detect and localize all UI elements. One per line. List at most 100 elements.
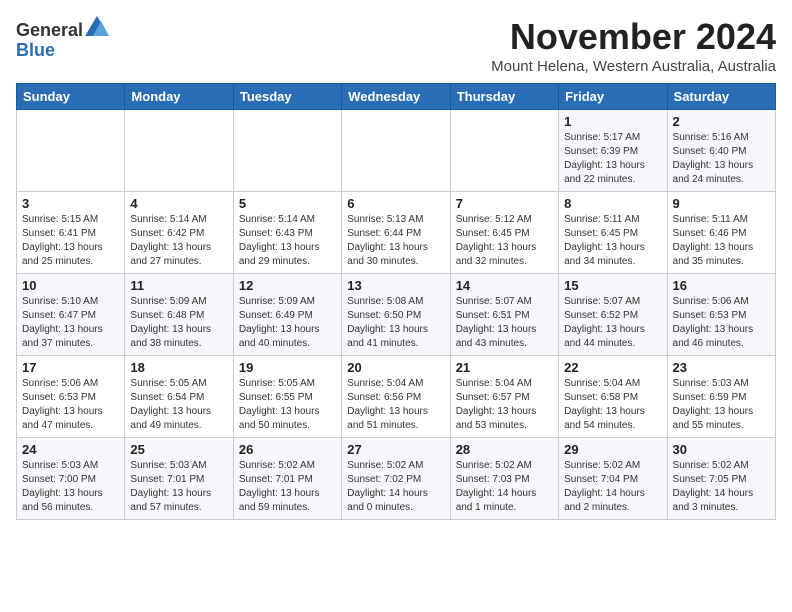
table-row: 24 Sunrise: 5:03 AM Sunset: 7:00 PM Dayli… — [17, 438, 125, 520]
table-row: 30 Sunrise: 5:02 AM Sunset: 7:05 PM Dayli… — [667, 438, 775, 520]
day-number: 5 — [239, 196, 336, 211]
day-number: 15 — [564, 278, 661, 293]
cell-text: Sunrise: 5:12 AM Sunset: 6:45 PM Dayligh… — [456, 213, 553, 269]
table-row: 12 Sunrise: 5:09 AM Sunset: 6:49 PM Dayli… — [233, 274, 341, 356]
day-number: 8 — [564, 196, 661, 211]
table-row: 8 Sunrise: 5:11 AM Sunset: 6:45 PM Daylig… — [559, 192, 667, 274]
calendar-week-row: 1Sunrise: 5:17 AM Sunset: 6:39 PM Daylig… — [17, 110, 776, 192]
day-number: 18 — [130, 360, 227, 375]
table-row: 3 Sunrise: 5:15 AM Sunset: 6:41 PM Daylig… — [17, 192, 125, 274]
table-row: 25Sunrise: 5:03 AM Sunset: 7:01 PM Dayli… — [125, 438, 233, 520]
day-number: 9 — [673, 196, 770, 211]
cell-text: Sunrise: 5:02 AM Sunset: 7:01 PM Dayligh… — [239, 459, 336, 515]
day-number: 16 — [673, 278, 770, 293]
day-number: 12 — [239, 278, 336, 293]
day-number: 24 — [22, 442, 119, 457]
page-header: General Blue November 2024 Mount Helena,… — [16, 16, 776, 75]
logo-general-text: General — [16, 20, 83, 40]
day-number: 28 — [456, 442, 553, 457]
cell-text: Sunrise: 5:14 AM Sunset: 6:43 PM Dayligh… — [239, 213, 336, 269]
cell-text: Sunrise: 5:16 AM Sunset: 6:40 PM Dayligh… — [673, 131, 770, 187]
cell-text: Sunrise: 5:02 AM Sunset: 7:04 PM Dayligh… — [564, 459, 661, 515]
day-number: 13 — [347, 278, 444, 293]
table-row: 23 Sunrise: 5:03 AM Sunset: 6:59 PM Dayli… — [667, 356, 775, 438]
day-number: 26 — [239, 442, 336, 457]
day-number: 29 — [564, 442, 661, 457]
table-row: 14Sunrise: 5:07 AM Sunset: 6:51 PM Dayli… — [450, 274, 558, 356]
cell-text: Sunrise: 5:03 AM Sunset: 7:00 PM Dayligh… — [22, 459, 119, 515]
table-row: 7 Sunrise: 5:12 AM Sunset: 6:45 PM Daylig… — [450, 192, 558, 274]
cell-text: Sunrise: 5:15 AM Sunset: 6:41 PM Dayligh… — [22, 213, 119, 269]
cell-text: Sunrise: 5:08 AM Sunset: 6:50 PM Dayligh… — [347, 295, 444, 351]
cell-text: Sunrise: 5:04 AM Sunset: 6:58 PM Dayligh… — [564, 377, 661, 433]
header-thursday: Thursday — [450, 84, 558, 110]
cell-text: Sunrise: 5:02 AM Sunset: 7:05 PM Dayligh… — [673, 459, 770, 515]
cell-text: Sunrise: 5:11 AM Sunset: 6:46 PM Dayligh… — [673, 213, 770, 269]
header-friday: Friday — [559, 84, 667, 110]
cell-text: Sunrise: 5:14 AM Sunset: 6:42 PM Dayligh… — [130, 213, 227, 269]
table-row — [450, 110, 558, 192]
cell-text: Sunrise: 5:06 AM Sunset: 6:53 PM Dayligh… — [22, 377, 119, 433]
cell-text: Sunrise: 5:02 AM Sunset: 7:03 PM Dayligh… — [456, 459, 553, 515]
table-row: 4 Sunrise: 5:14 AM Sunset: 6:42 PM Daylig… — [125, 192, 233, 274]
table-row: 21Sunrise: 5:04 AM Sunset: 6:57 PM Dayli… — [450, 356, 558, 438]
header-saturday: Saturday — [667, 84, 775, 110]
table-row: 26 Sunrise: 5:02 AM Sunset: 7:01 PM Dayli… — [233, 438, 341, 520]
day-number: 22 — [564, 360, 661, 375]
month-title: November 2024 — [491, 16, 776, 58]
cell-text: Sunrise: 5:17 AM Sunset: 6:39 PM Dayligh… — [564, 131, 661, 187]
day-number: 27 — [347, 442, 444, 457]
calendar-week-row: 17 Sunrise: 5:06 AM Sunset: 6:53 PM Dayli… — [17, 356, 776, 438]
table-row: 2 Sunrise: 5:16 AM Sunset: 6:40 PM Daylig… — [667, 110, 775, 192]
table-row: 29 Sunrise: 5:02 AM Sunset: 7:04 PM Dayli… — [559, 438, 667, 520]
day-number: 11 — [130, 278, 227, 293]
table-row: 22 Sunrise: 5:04 AM Sunset: 6:58 PM Dayli… — [559, 356, 667, 438]
day-number: 10 — [22, 278, 119, 293]
table-row: 28 Sunrise: 5:02 AM Sunset: 7:03 PM Dayli… — [450, 438, 558, 520]
table-row: 13 Sunrise: 5:08 AM Sunset: 6:50 PM Dayli… — [342, 274, 450, 356]
calendar-week-row: 3 Sunrise: 5:15 AM Sunset: 6:41 PM Daylig… — [17, 192, 776, 274]
logo-blue-text: Blue — [16, 40, 55, 60]
header-monday: Monday — [125, 84, 233, 110]
table-row: 10 Sunrise: 5:10 AM Sunset: 6:47 PM Dayli… — [17, 274, 125, 356]
calendar-week-row: 10 Sunrise: 5:10 AM Sunset: 6:47 PM Dayli… — [17, 274, 776, 356]
cell-text: Sunrise: 5:07 AM Sunset: 6:52 PM Dayligh… — [564, 295, 661, 351]
day-number: 14 — [456, 278, 553, 293]
table-row — [342, 110, 450, 192]
title-area: November 2024 Mount Helena, Western Aust… — [491, 16, 776, 75]
header-tuesday: Tuesday — [233, 84, 341, 110]
day-number: 2 — [673, 114, 770, 129]
day-number: 3 — [22, 196, 119, 211]
table-row — [17, 110, 125, 192]
location-subtitle: Mount Helena, Western Australia, Austral… — [491, 58, 776, 75]
cell-text: Sunrise: 5:11 AM Sunset: 6:45 PM Dayligh… — [564, 213, 661, 269]
day-number: 7 — [456, 196, 553, 211]
day-number: 23 — [673, 360, 770, 375]
cell-text: Sunrise: 5:04 AM Sunset: 6:56 PM Dayligh… — [347, 377, 444, 433]
day-number: 4 — [130, 196, 227, 211]
cell-text: Sunrise: 5:13 AM Sunset: 6:44 PM Dayligh… — [347, 213, 444, 269]
table-row: 27 Sunrise: 5:02 AM Sunset: 7:02 PM Dayli… — [342, 438, 450, 520]
table-row: 11 Sunrise: 5:09 AM Sunset: 6:48 PM Dayli… — [125, 274, 233, 356]
calendar-week-row: 24 Sunrise: 5:03 AM Sunset: 7:00 PM Dayli… — [17, 438, 776, 520]
logo-icon — [85, 16, 109, 36]
day-number: 17 — [22, 360, 119, 375]
cell-text: Sunrise: 5:03 AM Sunset: 7:01 PM Dayligh… — [130, 459, 227, 515]
cell-text: Sunrise: 5:09 AM Sunset: 6:48 PM Dayligh… — [130, 295, 227, 351]
cell-text: Sunrise: 5:04 AM Sunset: 6:57 PM Dayligh… — [456, 377, 553, 433]
table-row: 9 Sunrise: 5:11 AM Sunset: 6:46 PM Daylig… — [667, 192, 775, 274]
day-number: 20 — [347, 360, 444, 375]
cell-text: Sunrise: 5:10 AM Sunset: 6:47 PM Dayligh… — [22, 295, 119, 351]
cell-text: Sunrise: 5:09 AM Sunset: 6:49 PM Dayligh… — [239, 295, 336, 351]
calendar-table: Sunday Monday Tuesday Wednesday Thursday… — [16, 83, 776, 520]
cell-text: Sunrise: 5:03 AM Sunset: 6:59 PM Dayligh… — [673, 377, 770, 433]
day-number: 30 — [673, 442, 770, 457]
logo: General Blue — [16, 16, 109, 61]
day-number: 6 — [347, 196, 444, 211]
header-sunday: Sunday — [17, 84, 125, 110]
cell-text: Sunrise: 5:02 AM Sunset: 7:02 PM Dayligh… — [347, 459, 444, 515]
cell-text: Sunrise: 5:05 AM Sunset: 6:54 PM Dayligh… — [130, 377, 227, 433]
header-wednesday: Wednesday — [342, 84, 450, 110]
cell-text: Sunrise: 5:05 AM Sunset: 6:55 PM Dayligh… — [239, 377, 336, 433]
table-row: 5 Sunrise: 5:14 AM Sunset: 6:43 PM Daylig… — [233, 192, 341, 274]
